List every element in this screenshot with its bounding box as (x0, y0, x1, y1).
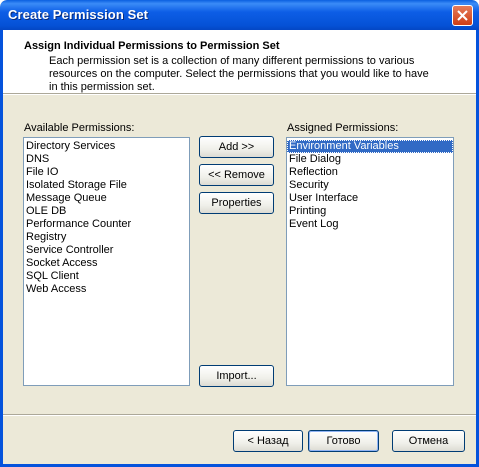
list-item[interactable]: Registry (24, 231, 189, 244)
close-icon (457, 10, 468, 21)
list-item[interactable]: Event Log (287, 218, 453, 231)
back-button[interactable]: < Назад (233, 430, 303, 452)
list-item[interactable]: Reflection (287, 166, 453, 179)
list-item[interactable]: Web Access (24, 283, 189, 296)
list-item[interactable]: File IO (24, 166, 189, 179)
header-description: Each permission set is a collection of m… (49, 55, 429, 93)
available-permissions-list[interactable]: Directory Services DNS File IO Isolated Sto… (23, 137, 190, 386)
window-frame-left (0, 30, 3, 467)
footer-separator (3, 414, 476, 416)
assigned-permissions-list[interactable]: Environment Variables File Dialog Reflecti… (286, 137, 454, 386)
wizard-header: Assign Individual Permissions to Permiss… (3, 30, 476, 93)
properties-button[interactable]: Properties (199, 192, 274, 214)
list-item[interactable]: Environment Variables (287, 140, 453, 153)
assigned-permissions-items: Environment Variables File Dialog Reflecti… (287, 138, 453, 231)
list-item[interactable]: DNS (24, 153, 189, 166)
title-bar[interactable]: Create Permission Set (0, 0, 479, 30)
list-item[interactable]: Message Queue (24, 192, 189, 205)
create-permission-set-dialog: Create Permission Set Assign Individual … (0, 0, 479, 467)
list-item[interactable]: Printing (287, 205, 453, 218)
list-item[interactable]: File Dialog (287, 153, 453, 166)
finish-button[interactable]: Готово (308, 430, 379, 452)
close-button[interactable] (452, 5, 473, 26)
add-button[interactable]: Add >> (199, 136, 274, 158)
header-title: Assign Individual Permissions to Permiss… (24, 40, 280, 52)
remove-button[interactable]: << Remove (199, 164, 274, 186)
list-item[interactable]: Service Controller (24, 244, 189, 257)
list-item[interactable]: Directory Services (24, 140, 189, 153)
cancel-button[interactable]: Отмена (392, 430, 465, 452)
list-item[interactable]: Security (287, 179, 453, 192)
header-separator (3, 93, 476, 95)
list-item[interactable]: Socket Access (24, 257, 189, 270)
list-item[interactable]: User Interface (287, 192, 453, 205)
available-permissions-label: Available Permissions: (24, 122, 135, 134)
list-item[interactable]: SQL Client (24, 270, 189, 283)
window-title: Create Permission Set (8, 7, 149, 22)
list-item[interactable]: OLE DB (24, 205, 189, 218)
list-item[interactable]: Performance Counter (24, 218, 189, 231)
assigned-permissions-label: Assigned Permissions: (287, 122, 399, 134)
import-button[interactable]: Import... (199, 365, 274, 387)
list-item[interactable]: Isolated Storage File (24, 179, 189, 192)
available-permissions-items: Directory Services DNS File IO Isolated Sto… (24, 138, 189, 296)
